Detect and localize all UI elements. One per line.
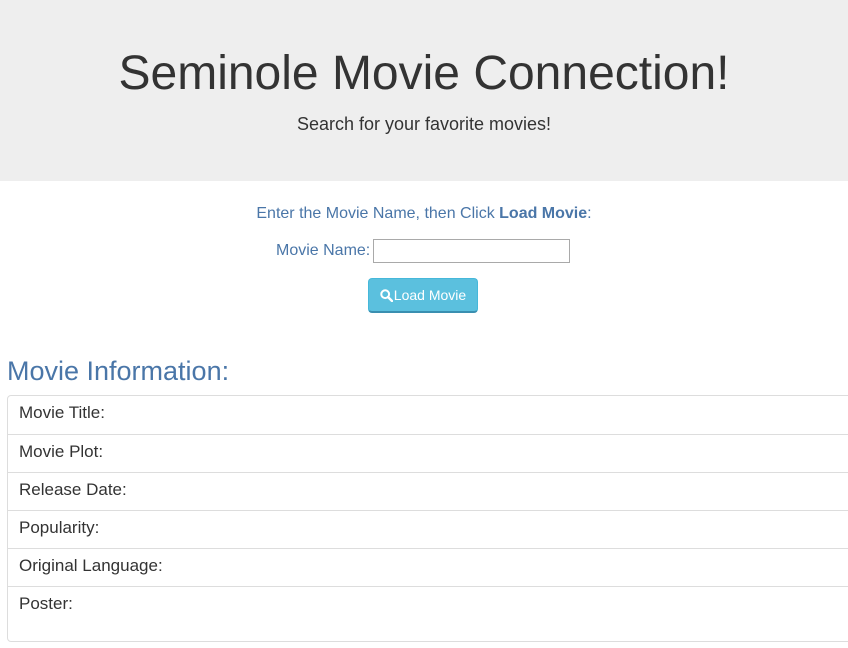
page-subtitle: Search for your favorite movies!: [296, 114, 552, 134]
movie-plot-row: Movie Plot:: [8, 434, 848, 472]
movie-name-label: Movie Name:: [276, 242, 371, 259]
movie-title-row: Movie Title:: [19, 403, 105, 422]
instructions-bold: Load Movie: [499, 205, 588, 222]
search-form: Enter the Movie Name, then Click Load Mo…: [0, 181, 848, 331]
search-icon: [380, 288, 393, 302]
poster-row: Poster:: [8, 586, 848, 641]
load-movie-label: Load Movie: [393, 286, 467, 303]
load-movie-button[interactable]: Load Movie: [368, 278, 478, 313]
page-title: Seminole Movie Connection!: [118, 47, 730, 100]
search-instructions: Enter the Movie Name, then Click Load Mo…: [0, 204, 848, 224]
release-date-row: Release Date:: [8, 472, 848, 510]
original-language-row: Original Language:: [8, 548, 848, 586]
movie-information-heading: Movie Information:: [7, 356, 230, 386]
jumbotron-header: Seminole Movie Connection! Search for yo…: [0, 0, 848, 181]
movie-information-table: Movie Title: Movie Plot: Release Date: P…: [7, 395, 848, 642]
instructions-suffix: :: [587, 205, 592, 222]
popularity-row: Popularity:: [8, 510, 848, 548]
movie-name-input[interactable]: [373, 239, 570, 263]
movie-name-row: Movie Name:: [0, 238, 848, 264]
instructions-text: Enter the Movie Name, then Click: [256, 205, 500, 222]
